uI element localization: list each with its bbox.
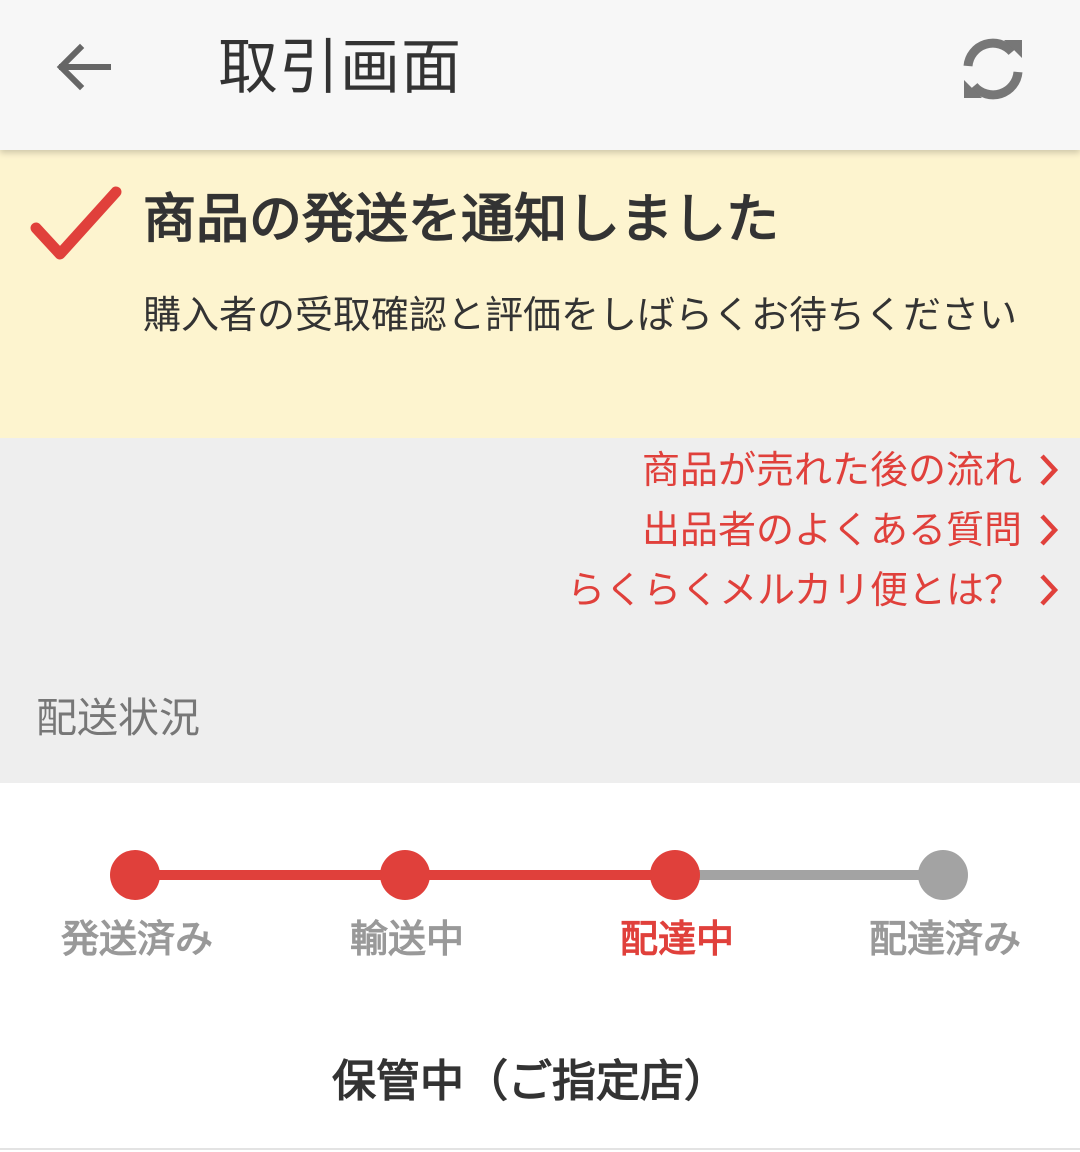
help-link-label: 出品者のよくある質問: [641, 508, 1022, 552]
help-link-label: 商品が売れた後の流れ: [641, 448, 1022, 492]
delivery-section-title: 配送状況: [36, 694, 200, 742]
delivery-status: 保管中（ご指定店）: [332, 1056, 728, 1107]
chevron-right-icon: [1040, 574, 1059, 606]
step-dot-in-transit: [380, 850, 430, 900]
page-title: 取引画面: [218, 33, 462, 103]
step-label-in-transit: 輸送中: [349, 917, 464, 961]
refresh-button[interactable]: [950, 26, 1036, 112]
help-link-rakuraku[interactable]: らくらくメルカリ便とは？: [567, 564, 1062, 616]
step-label-shipped: 発送済み: [60, 917, 213, 961]
help-link-seller-faq[interactable]: 出品者のよくある質問: [642, 504, 1062, 556]
refresh-icon: [963, 38, 1023, 100]
divider: [0, 1148, 1080, 1150]
notice-title: 商品の発送を通知しました: [143, 189, 779, 250]
app-header: 取引画面: [0, 0, 1080, 150]
progress-line-pending: [675, 870, 945, 880]
help-link-label: らくらくメルカリ便とは？: [567, 568, 1022, 612]
notice-message: 購入者の受取確認と評価をしばらくお待ちください: [143, 293, 1018, 337]
chevron-right-icon: [1040, 514, 1059, 546]
step-label-delivered: 配達済み: [868, 917, 1021, 961]
step-dot-shipped: [110, 850, 160, 900]
step-dot-out-for-delivery: [650, 850, 700, 900]
back-button[interactable]: [40, 30, 130, 105]
step-dot-delivered: [918, 850, 968, 900]
step-label-out-for-delivery: 配達中: [619, 917, 734, 961]
help-link-sold-flow[interactable]: 商品が売れた後の流れ: [642, 444, 1062, 496]
arrow-left-icon: [56, 43, 111, 91]
chevron-right-icon: [1040, 454, 1059, 486]
checkmark-icon: [30, 186, 122, 260]
